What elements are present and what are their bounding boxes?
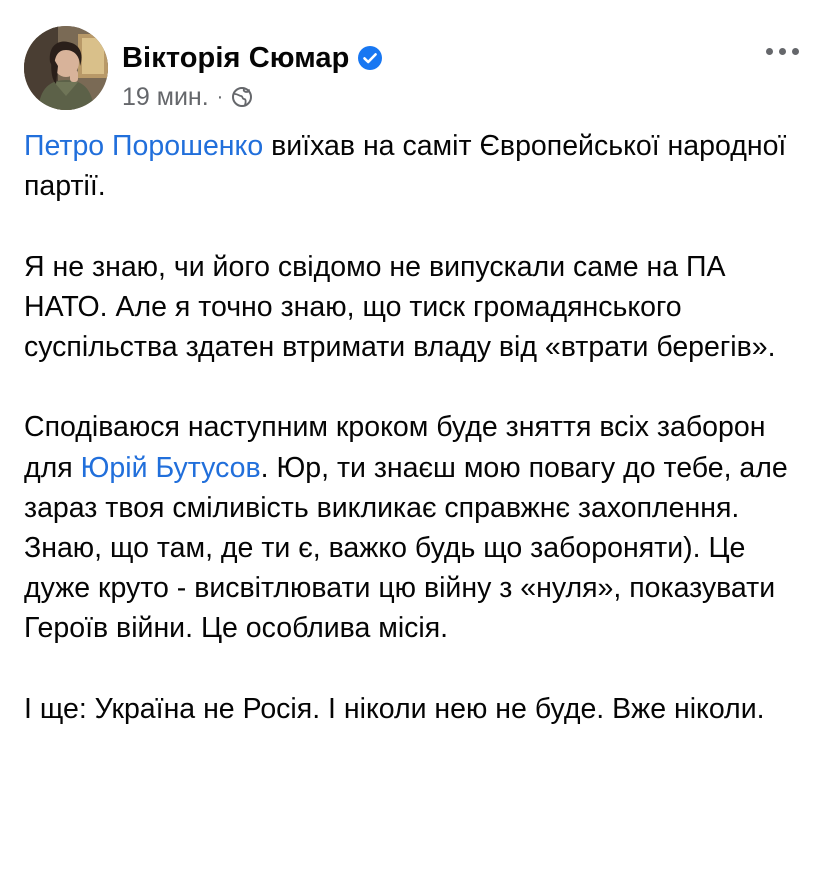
post-paragraph-2: Я не знаю, чи його свідомо не випускали … <box>24 250 776 363</box>
more-dots-icon <box>765 47 773 55</box>
post-paragraph-4: І ще: Україна не Росія. І ніколи нею не … <box>24 692 765 725</box>
more-dots-icon <box>791 47 799 55</box>
facebook-post: Вікторія Сюмар 19 мин. · Петро Порошенко… <box>0 0 828 871</box>
globe-icon[interactable] <box>231 86 253 108</box>
meta-separator: · <box>216 85 224 108</box>
post-body: Петро Порошенко виїхав на саміт Європейс… <box>24 126 806 769</box>
post-header: Вікторія Сюмар 19 мин. · <box>24 26 806 116</box>
mention-link[interactable]: Юрій Бутусов <box>81 452 261 484</box>
verified-badge-icon <box>357 45 383 71</box>
author-name[interactable]: Вікторія Сюмар <box>122 42 349 75</box>
more-dots-icon <box>778 47 786 55</box>
post-paragraph-3: Сподіваюся наступним кроком буде зняття … <box>24 407 806 648</box>
mention-link[interactable]: Петро Порошенко <box>24 130 263 162</box>
author-avatar[interactable] <box>24 26 108 110</box>
post-paragraph-1: Петро Порошенко виїхав на саміт Європейс… <box>24 126 806 206</box>
author-row: Вікторія Сюмар <box>122 40 383 76</box>
more-options-button[interactable] <box>760 36 804 66</box>
post-timestamp[interactable]: 19 мин. <box>122 83 209 112</box>
post-meta: 19 мин. · <box>122 82 253 112</box>
